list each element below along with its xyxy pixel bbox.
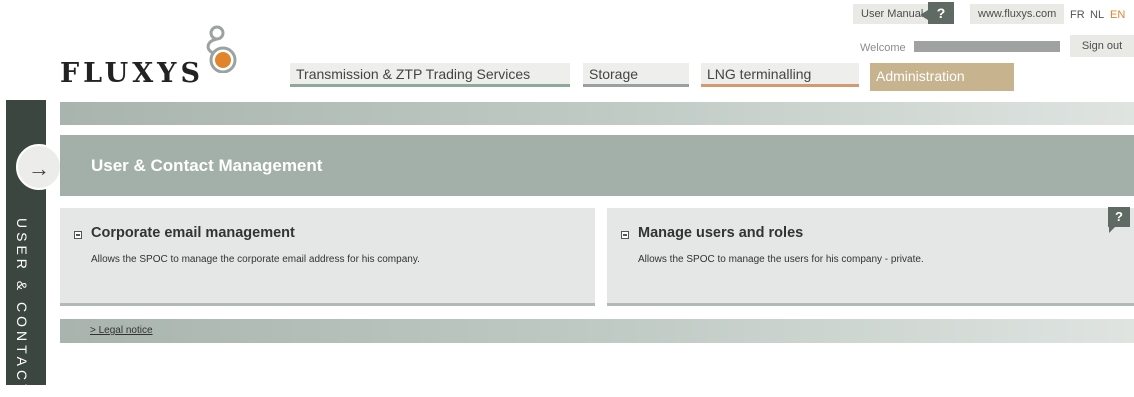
fluxys-logo-text[interactable]: FLUXYS bbox=[60, 58, 204, 89]
help-icon[interactable]: ? bbox=[1108, 207, 1130, 233]
nav-lng-terminalling[interactable]: LNG terminalling bbox=[701, 63, 859, 87]
legal-notice-link[interactable]: > Legal notice bbox=[90, 325, 153, 336]
nav-administration[interactable]: Administration bbox=[870, 63, 1014, 91]
card-corporate-email[interactable]: Corporate email management Allows the SP… bbox=[60, 208, 595, 306]
nav-transmission[interactable]: Transmission & ZTP Trading Services bbox=[290, 63, 570, 87]
section-header: User & Contact Management bbox=[60, 135, 1134, 196]
language-fr[interactable]: FR bbox=[1070, 9, 1085, 21]
card-manage-users[interactable]: Manage users and roles Allows the SPOC t… bbox=[607, 208, 1134, 306]
fluxys-logo-icon bbox=[206, 25, 237, 73]
card-description: Allows the SPOC to manage the corporate … bbox=[91, 254, 420, 265]
nav-storage[interactable]: Storage bbox=[583, 63, 689, 87]
redacted-username bbox=[914, 41, 1060, 52]
website-link[interactable]: www.fluxys.com bbox=[970, 4, 1065, 24]
side-panel-label: USER & CONTACT bbox=[14, 218, 30, 397]
card-title[interactable]: Manage users and roles bbox=[638, 225, 803, 241]
help-icon[interactable]: ? bbox=[920, 2, 954, 24]
language-nl[interactable]: NL bbox=[1090, 9, 1104, 21]
mailbox-icon bbox=[74, 231, 82, 239]
language-en[interactable]: EN bbox=[1110, 9, 1125, 21]
card-description: Allows the SPOC to manage the users for … bbox=[638, 254, 924, 265]
sign-out-button[interactable]: Sign out bbox=[1070, 35, 1134, 57]
top-banner bbox=[60, 102, 1134, 125]
welcome-label: Welcome bbox=[860, 42, 906, 54]
card-title[interactable]: Corporate email management bbox=[91, 225, 295, 241]
mailbox-icon bbox=[621, 231, 629, 239]
page-title: User & Contact Management bbox=[91, 156, 323, 175]
footer: > Legal notice bbox=[60, 319, 1134, 343]
arrow-right-icon[interactable]: → bbox=[16, 144, 62, 190]
